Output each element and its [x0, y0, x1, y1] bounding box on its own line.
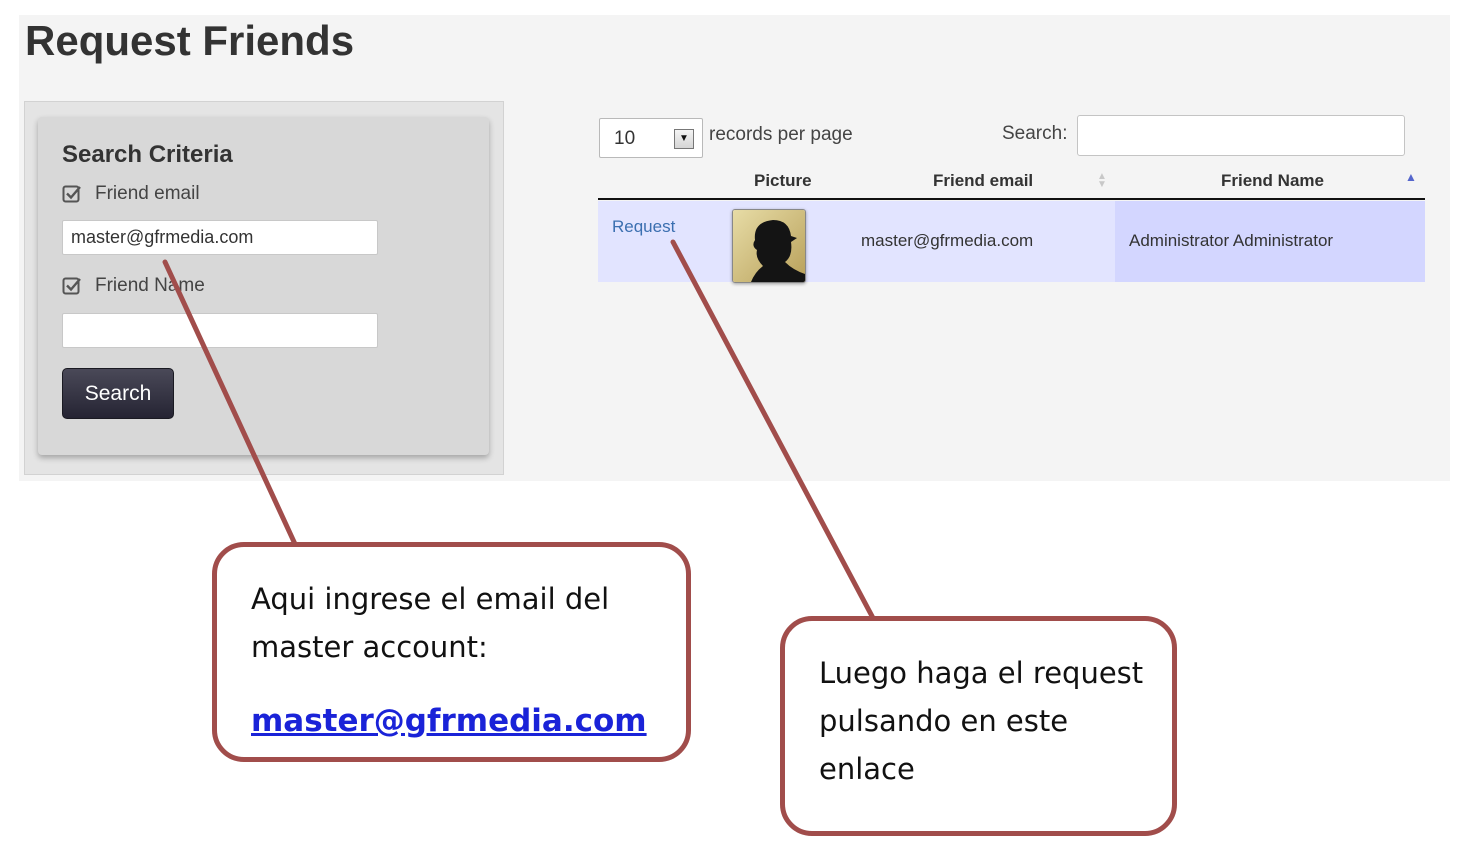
callout-click-request: Luego haga el request pulsando en este e… [780, 616, 1177, 836]
callout-enter-email: Aqui ingrese el email del master account… [212, 542, 691, 762]
friend-name-cell: Administrator Administrator [1129, 231, 1334, 250]
friend-email-input[interactable] [62, 220, 378, 255]
avatar [732, 209, 806, 283]
friend-email-label: Friend email [95, 183, 200, 204]
callout-email-text: Aqui ingrese el email del master account… [251, 582, 610, 664]
sort-both-icon[interactable]: ▲ ▼ [1097, 172, 1107, 190]
friend-name-toggle[interactable]: Friend Name [62, 275, 205, 297]
app-screen: Request Friends Search Criteria Friend e… [19, 15, 1450, 481]
friend-name-input[interactable] [62, 313, 378, 348]
search-button[interactable]: Search [62, 368, 174, 419]
column-header-friend-email[interactable]: Friend email [933, 171, 1033, 191]
records-per-page-select[interactable]: 10 ▼ [599, 118, 703, 158]
callout-request-text: Luego haga el request pulsando en este e… [819, 656, 1144, 786]
friend-email-cell: master@gfrmedia.com [861, 231, 1034, 250]
table-search-label: Search: [1002, 123, 1068, 144]
dropdown-arrow-icon[interactable]: ▼ [674, 129, 694, 149]
table-search-input[interactable] [1077, 115, 1405, 156]
sort-ascending-icon[interactable]: ▲ [1405, 170, 1417, 184]
records-per-page-value: 10 [614, 128, 636, 149]
search-criteria-box: Search Criteria Friend email Friend Name… [38, 117, 489, 455]
column-header-friend-name[interactable]: Friend Name [1221, 171, 1324, 191]
friend-name-label: Friend Name [95, 275, 205, 296]
master-email-link[interactable]: master@gfrmedia.com [251, 703, 647, 739]
records-per-page-label: records per page [709, 124, 853, 145]
search-panel: Search Criteria Friend email Friend Name… [24, 101, 504, 475]
checkbox-checked-icon[interactable] [62, 276, 82, 296]
page-title: Request Friends [25, 17, 355, 64]
friend-email-toggle[interactable]: Friend email [62, 183, 200, 205]
search-criteria-title: Search Criteria [62, 141, 233, 168]
table-header: Picture Friend email ▲ ▼ Friend Name ▲ [598, 165, 1425, 200]
checkbox-checked-icon[interactable] [62, 184, 82, 204]
request-link[interactable]: Request [612, 217, 675, 237]
table-row: Request master@gfrmedia.com Administrato… [598, 201, 1425, 283]
column-header-picture[interactable]: Picture [754, 171, 812, 191]
person-silhouette-icon [733, 210, 805, 282]
